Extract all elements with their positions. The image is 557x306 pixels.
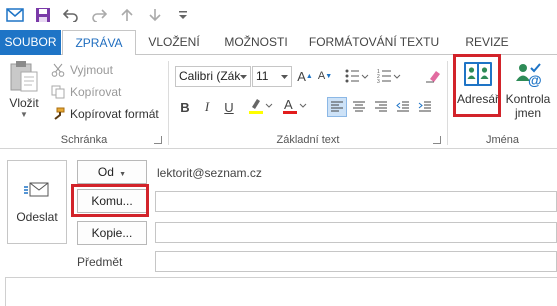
tab-insert[interactable]: VLOŽENÍ [137, 30, 211, 55]
copy-label: Kopírovat [70, 85, 122, 99]
format-painter-button[interactable]: Kopírovat formát [50, 104, 159, 124]
check-names-button[interactable]: @ Kontrola jmen [502, 59, 554, 125]
cut-button[interactable]: Vyjmout [50, 60, 113, 80]
quick-access-toolbar [0, 0, 557, 30]
copy-button[interactable]: Kopírovat [50, 82, 121, 102]
cut-label: Vyjmout [70, 63, 113, 77]
chevron-down-icon[interactable] [237, 67, 250, 86]
tab-review[interactable]: REVIZE [452, 30, 522, 55]
check-names-icon: @ [516, 63, 542, 88]
font-name-combo[interactable]: Calibri (Zák [175, 66, 251, 87]
align-left-icon[interactable] [327, 97, 347, 117]
group-label-names: Jména [485, 134, 520, 146]
save-icon[interactable] [32, 4, 54, 26]
send-envelope-icon [24, 182, 49, 197]
from-button-label: Od [97, 165, 114, 179]
scissors-icon [50, 62, 66, 78]
svg-text:A: A [284, 97, 293, 112]
highlight-box-to [71, 184, 149, 217]
chevron-down-icon[interactable]: ▼ [4, 110, 44, 120]
customize-icon[interactable] [172, 4, 194, 26]
underline-icon[interactable]: U [219, 97, 239, 117]
cc-field[interactable] [155, 222, 557, 243]
to-field[interactable] [155, 191, 557, 212]
down-arrow-icon[interactable] [144, 4, 166, 26]
highlight-box-address-book [453, 54, 501, 117]
cc-button[interactable]: Kopie... [77, 221, 147, 245]
highlight-icon[interactable] [247, 96, 275, 116]
italic-icon[interactable]: I [197, 97, 217, 117]
check-names-label-2: jmen [514, 106, 541, 120]
font-size-combo[interactable]: 11 [252, 66, 292, 87]
shrink-font-icon[interactable]: A ▼ [315, 66, 335, 86]
tab-options[interactable]: MOŽNOSTI [214, 30, 298, 55]
group-clipboard: Vložit ▼ Vyjmout Kopírovat Kopírovat for… [0, 55, 168, 149]
paintbrush-icon [50, 106, 66, 122]
dialog-launcher-icon[interactable] [154, 136, 162, 144]
font-size-value: 11 [256, 69, 269, 83]
svg-text:3: 3 [377, 79, 380, 83]
message-body[interactable] [5, 277, 557, 306]
copy-icon [50, 84, 66, 100]
tab-message[interactable]: ZPRÁVA [62, 30, 136, 56]
format-painter-label: Kopírovat formát [70, 107, 159, 121]
chevron-down-icon[interactable] [278, 67, 291, 86]
tab-file[interactable]: SOUBOR [0, 30, 61, 55]
font-name-value: Calibri (Zák [179, 69, 241, 83]
subject-label: Předmět [77, 255, 123, 269]
align-center-icon[interactable] [349, 97, 369, 117]
group-basic-text: Calibri (Zák 11 A ▲ A ▼ 123 B I U A Zákl… [169, 55, 447, 149]
group-label-basic-text: Základní text [276, 134, 340, 146]
bold-icon[interactable]: B [175, 97, 195, 117]
svg-text:@: @ [528, 72, 542, 88]
envelope-icon[interactable] [4, 4, 26, 26]
increase-indent-icon[interactable] [415, 97, 435, 117]
chevron-down-icon: ▼ [117, 171, 127, 178]
ribbon-tabs: SOUBOR ZPRÁVA VLOŽENÍ MOŽNOSTI FORMÁTOVÁ… [0, 30, 557, 56]
grow-font-icon[interactable]: A ▲ [295, 66, 315, 86]
undo-icon[interactable] [60, 4, 82, 26]
paste-icon [10, 61, 38, 92]
from-button[interactable]: Od ▼ [77, 160, 147, 184]
clear-formatting-icon[interactable] [423, 66, 443, 86]
dialog-launcher-icon[interactable] [433, 136, 441, 144]
paste-label: Vložit [9, 96, 39, 110]
subject-field[interactable] [155, 251, 557, 272]
bullets-icon[interactable] [343, 66, 371, 86]
tab-format-text[interactable]: FORMÁTOVÁNÍ TEXTU [301, 30, 447, 55]
check-names-label-1: Kontrola [505, 92, 551, 106]
send-button[interactable]: Odeslat [7, 160, 67, 244]
group-label-clipboard: Schránka [60, 134, 108, 146]
from-address: lektorit@seznam.cz [157, 166, 262, 180]
up-arrow-icon[interactable] [116, 4, 138, 26]
redo-icon[interactable] [88, 4, 110, 26]
numbering-icon[interactable]: 123 [375, 66, 403, 86]
font-color-icon[interactable]: A [281, 96, 309, 116]
send-label: Odeslat [16, 210, 58, 224]
align-right-icon[interactable] [371, 97, 391, 117]
paste-button[interactable]: Vložit ▼ [4, 59, 44, 125]
decrease-indent-icon[interactable] [393, 97, 413, 117]
